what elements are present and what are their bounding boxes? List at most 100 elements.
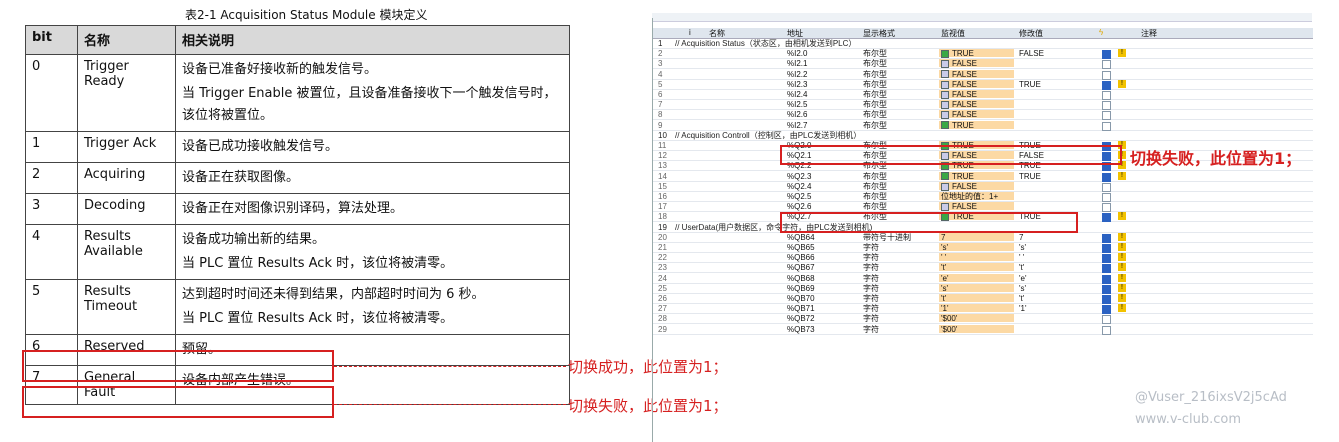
modify-checkbox[interactable] <box>1102 213 1111 223</box>
format-cell: 字符 <box>863 253 879 263</box>
watch-row[interactable]: 20 %QB64 带符号十进制 7 7! <box>653 232 1313 243</box>
description-cell: 设备已准备好接收新的触发信号。当 Trigger Enable 被置位，且设备准… <box>175 54 570 132</box>
modify-checkbox[interactable] <box>1102 264 1111 274</box>
modify-checkbox[interactable] <box>1102 315 1111 325</box>
bool-state-icon <box>941 182 949 191</box>
watch-row[interactable]: 25 %QB69 字符 's' 's'! <box>653 283 1313 294</box>
row-number: 9 <box>658 120 663 130</box>
modify-checkbox[interactable] <box>1102 233 1111 243</box>
modify-checkbox[interactable] <box>1102 172 1111 182</box>
row-number: 3 <box>658 59 663 69</box>
address-cell: %QB72 <box>787 314 815 324</box>
modify-checkbox[interactable] <box>1102 111 1111 121</box>
row-number: 13 <box>658 161 667 171</box>
watch-row[interactable]: 4 %I2.2 布尔型 FALSE <box>653 69 1313 80</box>
watch-row[interactable]: 22 %QB66 字符 ' ' ' '! <box>653 253 1313 264</box>
format-cell: 布尔型 <box>863 100 887 110</box>
watch-row[interactable]: 5 %I2.3 布尔型 FALSE TRUE! <box>653 79 1313 90</box>
address-cell: %Q2.5 <box>787 192 812 201</box>
watch-row[interactable]: 28 %QB72 字符 '$00' <box>653 314 1313 325</box>
row-number: 2 <box>658 49 663 59</box>
modify-checkbox[interactable] <box>1102 203 1111 213</box>
watch-row[interactable]: 29 %QB73 字符 '$00' <box>653 324 1313 335</box>
address-cell: %I2.2 <box>787 69 808 79</box>
modify-value[interactable]: FALSE <box>1019 49 1044 58</box>
watch-row[interactable]: 24 %QB68 字符 'e' 'e'! <box>653 273 1313 284</box>
grid-header: i 名称 地址 显示格式 监视值 修改值 ϟ 注释 <box>653 28 1313 39</box>
warning-icon: ! <box>1118 171 1126 180</box>
description-cell: 设备正在获取图像。 <box>175 162 570 194</box>
bool-state-icon <box>941 203 949 212</box>
group-row[interactable]: 1 // Acquisition Status（状态区，由相机发送到PLC） <box>653 39 1313 49</box>
modify-checkbox[interactable] <box>1102 295 1111 304</box>
watch-row[interactable]: 3 %I2.1 布尔型 FALSE <box>653 59 1313 70</box>
watch-row[interactable]: 9 %I2.7 布尔型 TRUE <box>653 120 1313 131</box>
col-comment: 注释 <box>1141 29 1157 38</box>
watch-row[interactable]: 14 %Q2.3 布尔型 TRUE TRUE! <box>653 171 1313 182</box>
row-number: 11 <box>658 141 667 150</box>
format-cell: 字符 <box>863 263 879 273</box>
modify-checkbox[interactable] <box>1102 274 1111 284</box>
format-cell: 布尔型 <box>863 181 887 191</box>
modify-checkbox[interactable] <box>1102 70 1111 80</box>
modify-value[interactable]: TRUE <box>1019 80 1041 89</box>
watch-row[interactable]: 2 %I2.0 布尔型 TRUE FALSE! <box>653 49 1313 60</box>
modify-checkbox[interactable] <box>1102 284 1111 294</box>
address-cell: %Q2.4 <box>787 181 812 191</box>
modify-value[interactable]: 7 <box>1019 233 1023 242</box>
lightning-icon: ϟ <box>1099 28 1104 37</box>
col-name: 名称 <box>709 29 725 38</box>
modify-checkbox[interactable] <box>1102 80 1111 90</box>
modify-checkbox[interactable] <box>1102 182 1111 192</box>
description-cell: 设备正在对图像识别译码，算法处理。 <box>175 193 570 225</box>
monitor-value: 's' <box>941 283 949 293</box>
watch-row[interactable]: 17 %Q2.6 布尔型 FALSE <box>653 202 1313 213</box>
modify-value[interactable]: TRUE <box>1019 172 1041 181</box>
watermark-site: www.v-club.com <box>1135 412 1242 427</box>
modify-checkbox[interactable] <box>1102 325 1111 335</box>
watch-row[interactable]: 8 %I2.6 布尔型 FALSE <box>653 110 1313 121</box>
watch-row[interactable]: 6 %I2.4 布尔型 FALSE <box>653 90 1313 100</box>
watch-row[interactable]: 21 %QB65 字符 's' 's'! <box>653 243 1313 253</box>
modify-checkbox[interactable] <box>1102 121 1111 131</box>
format-cell: 字符 <box>863 304 879 314</box>
modify-checkbox[interactable] <box>1102 254 1111 264</box>
description-cell: 设备成功输出新的结果。当 PLC 置位 Results Ack 时，该位将被清零… <box>175 224 570 280</box>
modify-checkbox[interactable] <box>1102 101 1111 111</box>
watch-row[interactable]: 27 %QB71 字符 '1' '1'! <box>653 304 1313 315</box>
monitor-value: 's' <box>941 243 949 252</box>
group-row[interactable]: 10 // Acquisition Controll（控制区，由PLC发送到相机） <box>653 131 1313 141</box>
modify-checkbox[interactable] <box>1102 244 1111 253</box>
monitor-value-cell <box>939 304 1014 313</box>
modify-value[interactable]: 't' <box>1019 294 1024 303</box>
modify-checkbox[interactable] <box>1102 91 1111 100</box>
monitor-value: 't' <box>941 263 947 273</box>
leader-line-fail <box>334 404 566 405</box>
modify-value[interactable]: 's' <box>1019 243 1026 252</box>
monitor-value: ' ' <box>941 253 947 263</box>
modify-value[interactable]: 't' <box>1019 263 1024 272</box>
modify-value[interactable]: '1' <box>1019 304 1027 313</box>
modify-value[interactable]: ' ' <box>1019 253 1024 262</box>
modify-value[interactable]: 'e' <box>1019 274 1027 283</box>
table-row: 3 Decoding 设备正在对图像识别译码，算法处理。 <box>25 193 570 225</box>
description-line: 当 Trigger Enable 被置位，且设备准备接收下一个触发信号时，该位将… <box>182 86 557 123</box>
watch-row[interactable]: 23 %QB67 字符 't' 't'! <box>653 263 1313 274</box>
modify-checkbox[interactable] <box>1102 60 1111 70</box>
address-cell: %I2.0 <box>787 49 808 59</box>
format-cell: 布尔型 <box>863 90 887 99</box>
bool-state-icon <box>941 70 949 79</box>
watch-row[interactable]: 26 %QB70 字符 't' 't'! <box>653 294 1313 304</box>
bool-state-icon <box>941 101 949 110</box>
modify-checkbox[interactable] <box>1102 305 1111 315</box>
modify-checkbox[interactable] <box>1102 50 1111 60</box>
bit-cell: 2 <box>25 162 78 194</box>
monitor-value: 7 <box>941 232 946 242</box>
watch-row[interactable]: 16 %Q2.5 布尔型 位地址的值：1+ <box>653 192 1313 202</box>
format-cell: 带符号十进制 <box>863 232 911 242</box>
modify-checkbox[interactable] <box>1102 193 1111 202</box>
row-number: 18 <box>658 212 667 222</box>
watch-row[interactable]: 15 %Q2.4 布尔型 FALSE <box>653 181 1313 192</box>
watch-row[interactable]: 7 %I2.5 布尔型 FALSE <box>653 100 1313 111</box>
modify-value[interactable]: 's' <box>1019 284 1026 293</box>
